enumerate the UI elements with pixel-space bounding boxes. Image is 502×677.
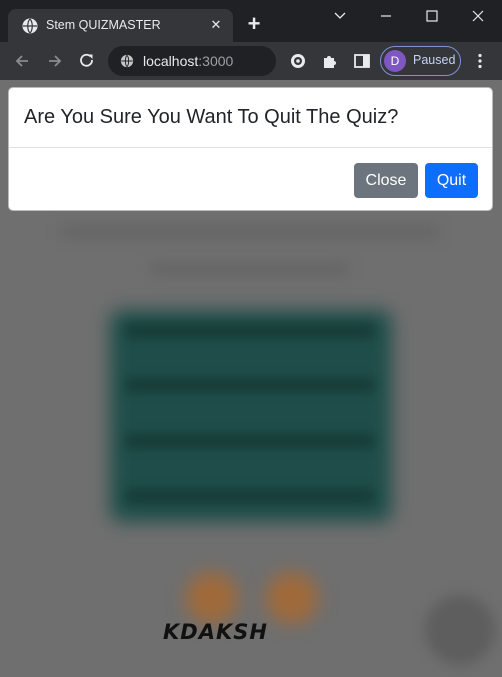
avatar: D bbox=[384, 50, 406, 72]
blurred-nav-button bbox=[266, 572, 318, 624]
site-info-icon[interactable] bbox=[120, 54, 134, 68]
profile-status: Paused bbox=[413, 53, 456, 67]
profile-button[interactable]: D Paused bbox=[380, 46, 461, 76]
back-arrow-icon[interactable] bbox=[12, 51, 32, 71]
new-tab-plus-icon[interactable]: + bbox=[243, 13, 265, 35]
forward-arrow-icon[interactable] bbox=[45, 51, 65, 71]
tab-search-chevron-icon[interactable] bbox=[330, 6, 350, 26]
browser-toolbar: localhost:3000 D Paused bbox=[0, 42, 502, 80]
modal-title: Are You Sure You Want To Quit The Quiz? bbox=[24, 106, 399, 128]
quiz-option-row bbox=[125, 488, 375, 504]
minimize-icon[interactable] bbox=[376, 6, 396, 26]
quiz-option-row bbox=[125, 323, 375, 339]
maximize-icon[interactable] bbox=[422, 6, 442, 26]
url-text: localhost:3000 bbox=[143, 53, 233, 69]
blurred-heading bbox=[60, 225, 440, 239]
tab-title: Stem QUIZMASTER bbox=[46, 18, 161, 32]
modal-header: Are You Sure You Want To Quit The Quiz? bbox=[9, 88, 492, 148]
quit-confirm-modal: Are You Sure You Want To Quit The Quiz? … bbox=[8, 87, 493, 211]
close-button[interactable]: Close bbox=[354, 163, 418, 198]
quit-button[interactable]: Quit bbox=[425, 163, 478, 198]
blurred-nav-button bbox=[186, 572, 238, 624]
blurred-subheading bbox=[150, 262, 350, 276]
reload-icon[interactable] bbox=[77, 51, 97, 71]
more-menu-icon[interactable] bbox=[470, 51, 490, 71]
side-panel-icon[interactable] bbox=[352, 51, 372, 71]
quiz-option-row bbox=[125, 433, 375, 449]
quiz-option-row bbox=[125, 377, 375, 393]
window-close-icon[interactable] bbox=[468, 6, 488, 26]
address-bar[interactable]: localhost:3000 bbox=[108, 46, 276, 76]
extension-badge-icon[interactable] bbox=[288, 51, 308, 71]
browser-tab[interactable]: Stem QUIZMASTER ✕ bbox=[8, 9, 233, 42]
url-port: :3000 bbox=[198, 53, 234, 69]
browser-titlebar: Stem QUIZMASTER ✕ + bbox=[0, 0, 502, 42]
url-host: localhost bbox=[143, 53, 199, 69]
tab-close-icon[interactable]: ✕ bbox=[207, 16, 225, 34]
globe-icon bbox=[22, 18, 38, 34]
extensions-puzzle-icon[interactable] bbox=[320, 51, 340, 71]
blurred-corner-widget bbox=[425, 595, 495, 665]
brand-watermark: KDAKSH bbox=[163, 620, 268, 644]
